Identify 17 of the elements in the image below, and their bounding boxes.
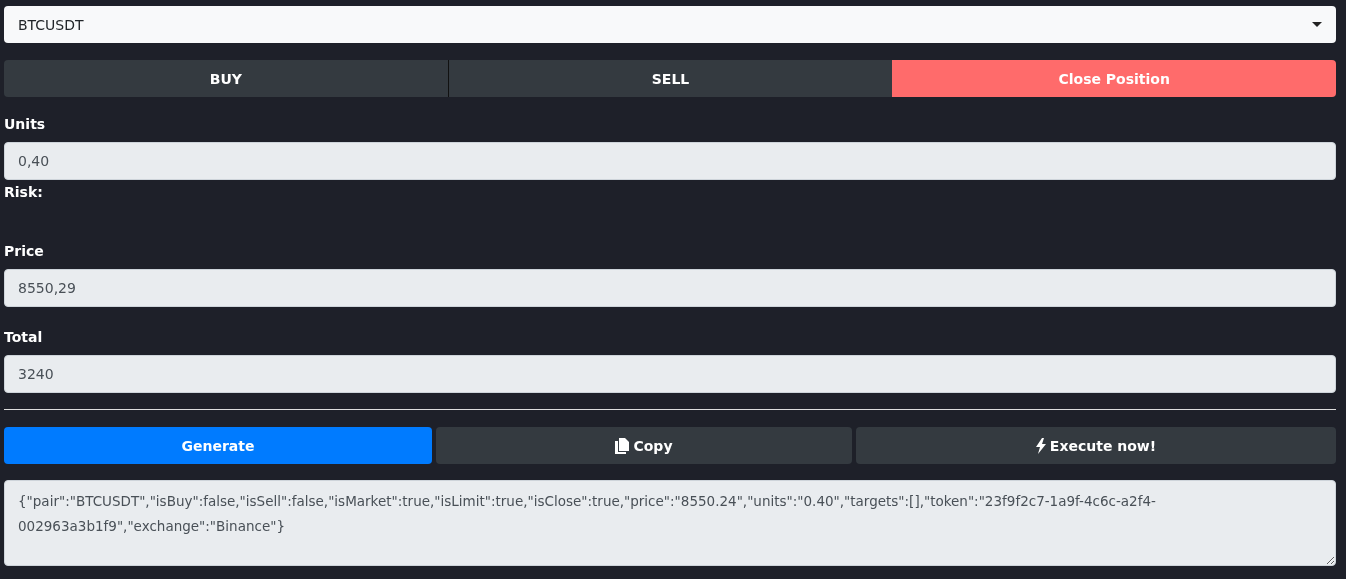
caret-icon — [1312, 22, 1322, 27]
field-label: Price — [4, 243, 45, 259]
copy-icon — [615, 437, 630, 454]
risk-label: Risk: — [4, 184, 43, 200]
input-field[interactable]: 8550,29 — [4, 269, 1336, 307]
output-textarea[interactable]: {"pair":"BTCUSDT","isBuy":false,"isSell":false,"isMarket":true,"isLimit":true,"isClose":true,"price":"8550.24","units":"0.40","targets":[],"token":"23f9f2c7-1a9f-4c6c-a2f4-002963a3b1f9","exchange":"Binance"} — [4, 480, 1336, 566]
side-tab[interactable]: SELL — [447, 60, 893, 97]
input-field[interactable]: 0,40 — [4, 142, 1336, 180]
copy-button[interactable]: Copy — [436, 427, 852, 464]
field-label: Units — [4, 116, 47, 132]
execute-button[interactable]: Execute now! — [856, 427, 1336, 464]
side-tab[interactable]: BUY — [4, 60, 448, 97]
generate-button[interactable]: Generate — [4, 427, 432, 464]
bolt-icon — [1035, 437, 1046, 454]
field-label: Total — [4, 329, 44, 345]
input-field[interactable]: 3240 — [4, 355, 1336, 393]
pair-dropdown[interactable]: BTCUSDT — [4, 6, 1336, 43]
